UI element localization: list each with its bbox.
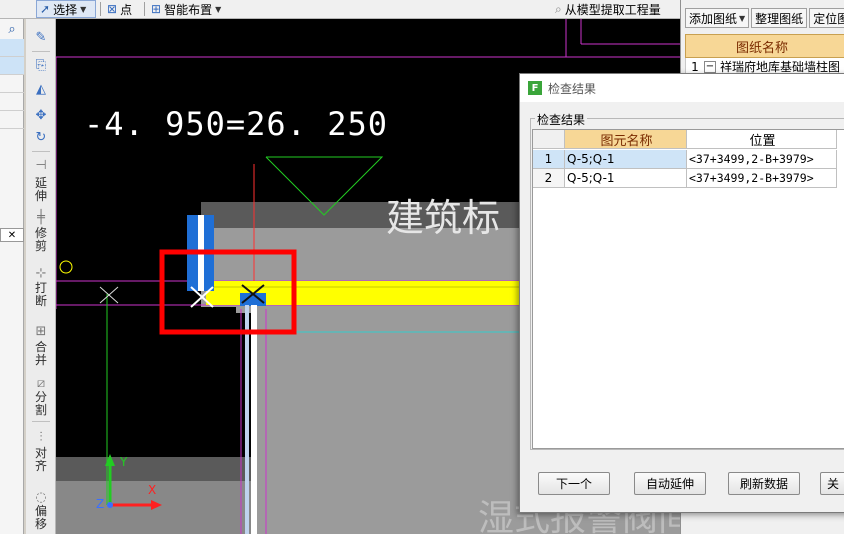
toolbar-separator <box>144 2 145 16</box>
close-icon[interactable]: ✕ <box>0 228 24 242</box>
align-tool[interactable]: 对齐 <box>34 447 48 473</box>
element-name-header[interactable]: 图元名称 <box>565 130 687 149</box>
search-icon[interactable]: ⌕ <box>0 19 24 39</box>
split-icon[interactable]: ⧄ <box>33 375 49 391</box>
trim-icon[interactable]: ╪ <box>33 209 49 225</box>
smart-layout-icon: ⊞ <box>151 2 162 16</box>
row-index: 1 <box>691 59 699 74</box>
building-label: 建筑标 <box>386 196 501 240</box>
drawing-name-header[interactable]: 图纸名称 <box>685 34 844 58</box>
results-table: 图元名称 位置 1 Q-5;Q-1 <37+3499,2-B+3979> 2 Q… <box>532 129 844 449</box>
brush-icon[interactable]: ✎ <box>33 29 49 45</box>
position-cell[interactable]: <37+3499,2-B+3979> <box>687 150 837 169</box>
locate-drawing-button[interactable]: 定位图 <box>809 8 844 28</box>
smart-layout-button[interactable]: ⊞ 智能布置 ▼ <box>148 0 224 18</box>
extract-label: 从模型提取工程量 <box>564 2 661 17</box>
axis-x-label: X <box>148 483 157 497</box>
list-item[interactable] <box>0 39 24 57</box>
dialog-title: 检查结果 <box>548 81 597 96</box>
rotate-icon[interactable]: ↻ <box>33 129 49 145</box>
index-header <box>533 130 565 149</box>
left-panel: ⌕ ✕ <box>0 19 24 534</box>
divider <box>32 151 50 152</box>
dialog-titlebar[interactable]: F 检查结果 <box>520 74 844 102</box>
split-tool[interactable]: 分割 <box>34 391 48 417</box>
app-window: ➚ 选择 ▼ ⊠ 点 ⊞ 智能布置 ▼ ⌕ 从模型提取工程量 ⌕ ✕ ✎ ⎘ ◭… <box>0 0 844 534</box>
select-label: 选择 <box>53 2 78 17</box>
close-button[interactable]: 关 <box>820 472 844 495</box>
extend-tool[interactable]: 延伸 <box>34 177 48 203</box>
position-cell[interactable]: <37+3499,2-B+3979> <box>687 169 837 188</box>
merge-tool[interactable]: 合并 <box>34 341 48 367</box>
results-group: 检查结果 图元名称 位置 1 Q-5;Q-1 <37+3499,2-B+3979… <box>530 111 844 450</box>
dropdown-arrow-icon[interactable]: ▼ <box>739 14 745 23</box>
list-item[interactable] <box>0 75 24 93</box>
break-icon[interactable]: ⊹ <box>33 265 49 281</box>
toolbar-separator <box>100 2 101 16</box>
axis-z-label: Z <box>96 497 105 511</box>
point-icon: ⊠ <box>107 2 118 16</box>
edit-tool-column: ✎ ⎘ ◭ ✥ ↻ ⊣ 延伸 ╪ 修剪 ⊹ 打断 ⊞ 合并 ⧄ 分割 ⫶ 对齐 … <box>26 19 56 534</box>
table-header: 图元名称 位置 <box>533 130 837 149</box>
add-drawing-button[interactable]: 添加图纸 ▼ <box>685 8 750 28</box>
move-icon[interactable]: ✥ <box>33 107 49 123</box>
add-drawing-label: 添加图纸 <box>689 11 738 26</box>
refresh-data-button[interactable]: 刷新数据 <box>728 472 800 495</box>
app-logo-icon: F <box>528 81 542 95</box>
grid-circle <box>59 260 73 274</box>
table-row[interactable]: 2 Q-5;Q-1 <37+3499,2-B+3979> <box>533 169 837 188</box>
group-label: 检查结果 <box>535 111 588 128</box>
drawings-table: 图纸名称 1 − 祥瑞府地库基础墙柱图 <box>685 34 844 76</box>
row-index: 2 <box>533 169 565 188</box>
extend-icon[interactable]: ⊣ <box>33 157 49 173</box>
offset-icon[interactable]: ◌ <box>33 489 49 505</box>
list-item[interactable] <box>0 111 24 129</box>
merge-icon[interactable]: ⊞ <box>33 323 49 339</box>
row-index: 1 <box>533 150 565 169</box>
element-name-cell[interactable]: Q-5;Q-1 <box>565 150 687 169</box>
column-core <box>251 305 257 534</box>
check-results-dialog: F 检查结果 检查结果 图元名称 位置 1 Q-5;Q-1 <37+3499,2… <box>519 73 844 513</box>
position-header[interactable]: 位置 <box>687 130 837 149</box>
break-tool[interactable]: 打断 <box>34 282 48 308</box>
axis-y-label: Y <box>120 455 128 469</box>
ucs-origin <box>107 502 113 508</box>
drawings-toolbar: 添加图纸 ▼ 整理图纸 定位图 <box>685 8 844 28</box>
black-gap <box>234 313 252 457</box>
divider <box>32 421 50 422</box>
list-item[interactable] <box>0 57 24 75</box>
align-icon[interactable]: ⫶ <box>33 429 49 445</box>
smart-layout-label: 智能布置 <box>164 2 213 17</box>
list-item[interactable] <box>0 93 24 111</box>
column-edge <box>245 305 249 534</box>
extract-quantity-button[interactable]: ⌕ 从模型提取工程量 <box>552 0 664 18</box>
dropdown-arrow-icon[interactable]: ▼ <box>215 5 221 14</box>
offset-tool[interactable]: 偏移 <box>34 505 48 531</box>
point-tool-button[interactable]: ⊠ 点 <box>104 0 135 18</box>
element-name-cell[interactable]: Q-5;Q-1 <box>565 169 687 188</box>
select-tool-button[interactable]: ➚ 选择 ▼ <box>36 0 96 18</box>
dropdown-arrow-icon[interactable]: ▼ <box>80 5 86 14</box>
organize-drawing-button[interactable]: 整理图纸 <box>751 8 808 28</box>
collapse-icon[interactable]: − <box>704 60 716 73</box>
divider <box>32 51 50 52</box>
mirror-icon[interactable]: ◭ <box>33 81 49 97</box>
trim-tool[interactable]: 修剪 <box>34 227 48 253</box>
cursor-arrow-icon: ➚ <box>40 2 51 16</box>
next-button[interactable]: 下一个 <box>538 472 610 495</box>
copy-icon[interactable]: ⎘ <box>33 57 49 73</box>
auto-extend-button[interactable]: 自动延伸 <box>634 472 706 495</box>
point-label: 点 <box>120 2 133 17</box>
extract-icon: ⌕ <box>555 1 562 16</box>
table-row[interactable]: 1 Q-5;Q-1 <37+3499,2-B+3979> <box>533 150 837 169</box>
grey-slab-edge <box>56 457 251 481</box>
elevation-label: -4. 950=26. 250 <box>84 105 388 143</box>
